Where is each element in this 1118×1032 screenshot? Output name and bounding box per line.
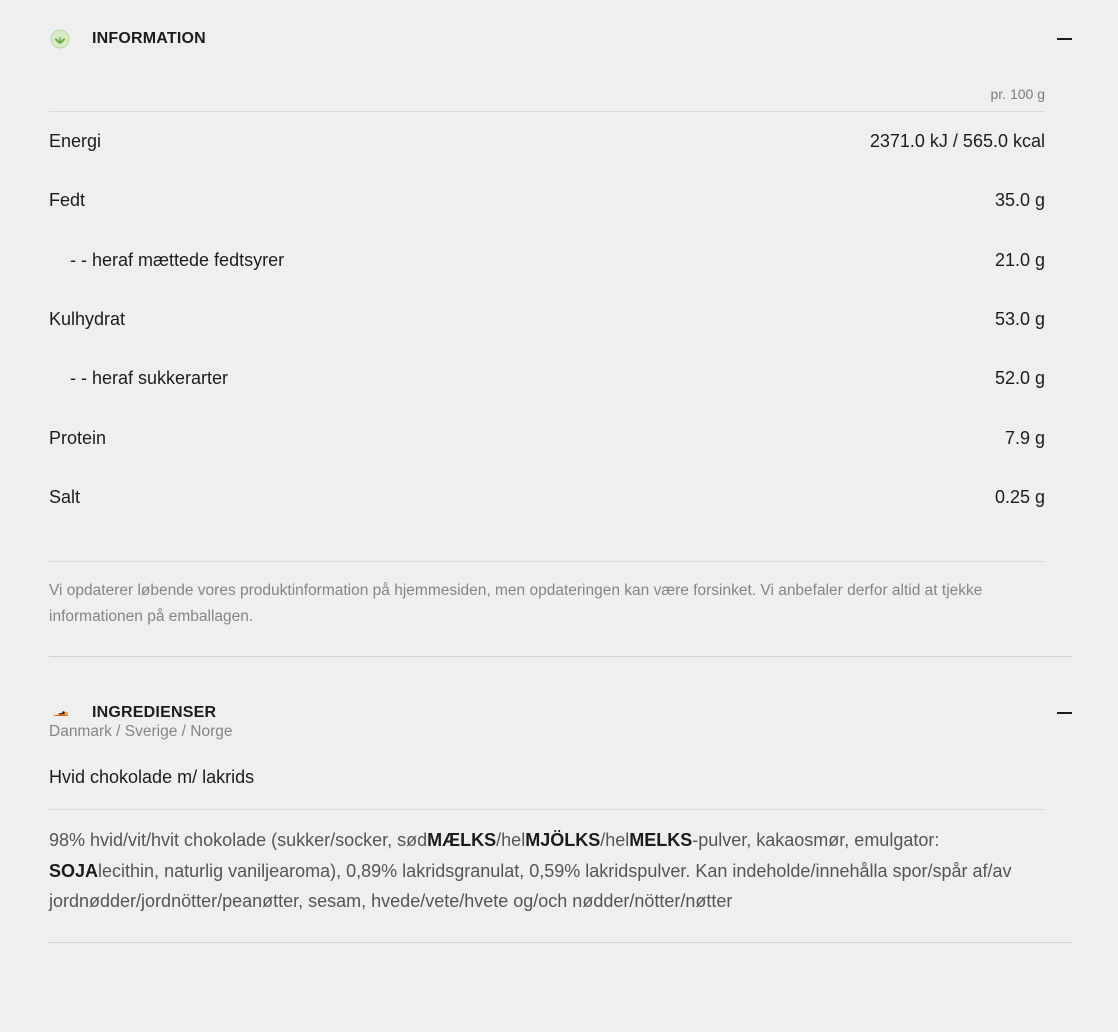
nutrition-value: 2371.0 kJ / 565.0 kcal (869, 131, 1045, 152)
per-100g-label: pr. 100 g (49, 78, 1045, 112)
nutrition-label: Salt (49, 486, 81, 507)
nutrition-value: 21.0 g (994, 249, 1045, 270)
nutrition-value: 53.0 g (994, 309, 1045, 330)
nutrition-value: 35.0 g (994, 190, 1045, 211)
allergen-text: MELKS (629, 830, 693, 851)
nutrition-label: - - heraf mættede fedtsyrer (70, 249, 285, 270)
nutrition-row: Energi 2371.0 kJ / 565.0 kcal (49, 112, 1045, 171)
ingredient-text: 98% hvid/vit/hvit chokolade (sukker/sock… (49, 830, 428, 851)
minus-icon (1057, 712, 1072, 715)
ingredient-text: /hel (600, 830, 630, 851)
information-title: INFORMATION (92, 30, 206, 47)
product-details: INFORMATION pr. 100 g Energi 2371.0 kJ / … (0, 0, 1118, 1032)
nutrition-row: Kulhydrat 53.0 g (49, 290, 1045, 349)
ingredient-text: /hel (496, 830, 526, 851)
ingredients-section: INGREDIENSER Danmark / Sverige / Norge H… (49, 657, 1072, 944)
section-divider (49, 942, 1072, 944)
allergen-text: SOJA (49, 860, 99, 881)
ingredient-text: -pulver, kakaosmør, emulgator: (692, 830, 940, 851)
nutrition-value: 7.9 g (1004, 427, 1045, 448)
ingredient-text: lecithin, naturlig vaniljearoma), 0,89% … (49, 860, 1012, 912)
information-section: INFORMATION pr. 100 g Energi 2371.0 kJ / … (49, 0, 1072, 658)
ingredients-list: 98% hvid/vit/hvit chokolade (sukker/sock… (49, 810, 1049, 942)
nutrition-label: Protein (49, 427, 107, 448)
minus-icon (1057, 38, 1072, 40)
ingredients-collapse-button[interactable] (1046, 702, 1072, 724)
nutrition-row: - - heraf mættede fedtsyrer 21.0 g (49, 231, 1045, 290)
nutrition-row: - - heraf sukkerarter 52.0 g (49, 349, 1045, 408)
nutrition-disclaimer: Vi opdaterer løbende vores produktinform… (49, 582, 983, 626)
information-header-left: INFORMATION (49, 28, 206, 50)
information-header[interactable]: INFORMATION (49, 0, 1072, 78)
ingredients-header[interactable]: INGREDIENSER (49, 657, 1072, 769)
nutrition-row: Fedt 35.0 g (49, 171, 1045, 230)
ingredients-region: Danmark / Sverige / Norge (49, 723, 233, 741)
allergen-text: MJÖLKS (525, 830, 601, 851)
nutrition-table: pr. 100 g Energi 2371.0 kJ / 565.0 kcal Fe… (49, 78, 1045, 656)
information-collapse-button[interactable] (1046, 28, 1072, 50)
ingredients-product-name: Hvid chokolade m/ lakrids (49, 767, 255, 788)
nutrition-label: - - heraf sukkerarter (70, 368, 229, 389)
allergen-text: MÆLKS (427, 830, 497, 851)
nutrition-value: 0.25 g (994, 486, 1045, 507)
nutrition-label: Fedt (49, 190, 86, 211)
nutrition-value: 52.0 g (994, 368, 1045, 389)
nutrition-label: Kulhydrat (49, 309, 126, 330)
nutrition-rows: Energi 2371.0 kJ / 565.0 kcal Fedt 35.0 g - … (49, 112, 1045, 527)
leaf-badge-icon (49, 28, 71, 50)
nutrition-row: Protein 7.9 g (49, 408, 1045, 467)
nutrition-row: Salt 0.25 g (49, 468, 1045, 527)
nutrition-label: Energi (49, 131, 102, 152)
